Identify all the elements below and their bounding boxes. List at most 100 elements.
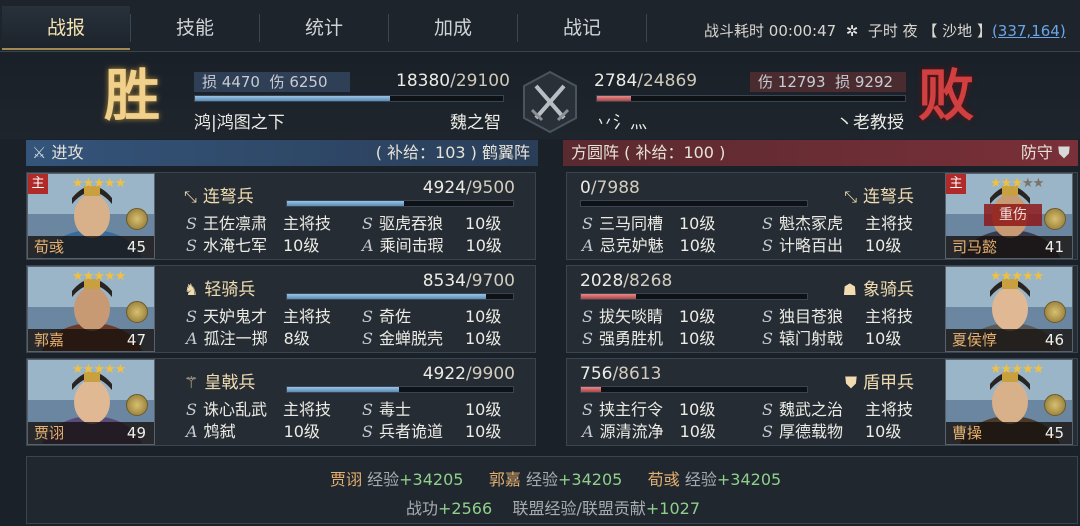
star-icon: ★ (1032, 176, 1045, 191)
tab-battle-report[interactable]: 战报 (2, 6, 130, 50)
skill-entry[interactable]: S 水淹七军 10级 (186, 232, 319, 256)
general-level: 45 (126, 238, 146, 256)
troop-current: 4922 (422, 364, 466, 384)
general-level: 46 (1044, 331, 1064, 349)
troop-type-label: 连弩兵 (863, 187, 914, 207)
defender-formation-header: 方圆阵 ( 补给：100 ) 防守 ⛊ (563, 140, 1078, 166)
general-portrait[interactable]: ★★★★★ 夏侯惇 46 (945, 266, 1073, 352)
portrait-label: 贾诩 49 (28, 422, 154, 444)
skill-entry[interactable]: S 奇佐 10级 (362, 303, 501, 327)
defender-troop-bar-fill (597, 96, 632, 101)
skill-name: 三马同槽 (598, 214, 663, 233)
star-icon: ★ (93, 269, 105, 284)
skill-level: 主将技 (864, 400, 913, 419)
troop-current: 0 (580, 178, 591, 198)
skill-entry[interactable]: A 源清流净 10级 (582, 418, 716, 442)
troop-max: /7988 (590, 178, 640, 198)
tab-battle-log[interactable]: 战记 (518, 6, 646, 50)
skill-level: 10级 (464, 214, 502, 233)
skill-entry[interactable]: A 鸩弑 10级 (186, 418, 320, 442)
skill-level: 10级 (465, 236, 502, 255)
coordinates-link[interactable]: (337,164) (992, 22, 1066, 40)
star-rating: ★★★★★ (990, 362, 1044, 377)
skill-name: 奇佐 (378, 307, 411, 326)
troop-bar-fill (287, 294, 486, 299)
star-icon: ★ (1032, 269, 1045, 284)
general-portrait[interactable]: ★★★★★ 曹操 45 (945, 359, 1073, 445)
defender-player[interactable]: 丶老教授 (836, 108, 904, 133)
battle-status: 战斗耗时 00:00:47 ✲ 子时 夜 【 沙地 】(337,164) (704, 20, 1066, 41)
skill-entry[interactable]: S 金蝉脱壳 10级 (362, 325, 501, 349)
skill-name: 兵者诡道 (378, 422, 443, 441)
attacker-player[interactable]: 魏之智 (450, 108, 501, 133)
tab-bonus[interactable]: 加成 (389, 6, 517, 50)
general-level: 45 (1044, 424, 1064, 442)
tab-divider (646, 14, 647, 42)
skill-entry[interactable]: S 诛心乱武 主将技 (186, 396, 331, 420)
tab-skills[interactable]: 技能 (131, 6, 259, 50)
portrait-label: 夏侯惇 46 (946, 329, 1072, 351)
skill-entry[interactable]: S 驱虎吞狼 10级 (362, 210, 501, 234)
star-icon: ★ (72, 176, 84, 191)
general-portrait[interactable]: ★★★★★ 郭嘉 47 (27, 266, 155, 352)
star-icon: ★ (82, 362, 95, 377)
skill-entry[interactable]: S 王佐凛肃 主将技 (186, 210, 331, 234)
skill-name: 魁杰冢虎 (778, 214, 843, 233)
star-rating: ★★★★★ (72, 362, 126, 377)
skill-entry[interactable]: S 三马同槽 10级 (582, 210, 715, 234)
troop-type: ⛊ 盾甲兵 (845, 368, 914, 393)
star-icon: ★ (1021, 176, 1034, 191)
skill-type: S (362, 329, 373, 348)
duration-value: 00:00:47 (768, 22, 837, 40)
skill-entry[interactable]: S 魏武之治 主将技 (762, 396, 913, 420)
skill-entry[interactable]: S 计略百出 10级 (762, 232, 901, 256)
skill-entry[interactable]: A 忌克妒魅 10级 (582, 232, 716, 256)
skill-name: 驱虎吞狼 (378, 214, 443, 233)
skill-entry[interactable]: S 厚德载物 10级 (762, 418, 901, 442)
general-portrait[interactable]: ★★★★★ 主荀彧 45 (27, 173, 155, 259)
seal-icon (1044, 208, 1066, 230)
skill-level: 10级 (464, 307, 502, 326)
general-portrait[interactable]: ★★★★★ 贾诩 49 (27, 359, 155, 445)
skill-type: A (362, 236, 374, 255)
troop-bar (286, 293, 514, 300)
general-name: 曹操 (952, 424, 983, 442)
troop-max: /9500 (466, 178, 515, 198)
skill-entry[interactable]: S 毒士 10级 (362, 396, 501, 420)
injured-status: 重伤 (984, 204, 1042, 226)
skill-type: S (362, 400, 373, 419)
star-icon: ★ (114, 269, 127, 284)
skill-entry[interactable]: S 魁杰冢虎 主将技 (762, 210, 913, 234)
skill-type: S (762, 329, 773, 348)
attacker-alliance: 鸿|鸿图之下 (194, 113, 285, 133)
star-rating: ★★★★★ (72, 176, 126, 191)
skill-type: S (762, 214, 773, 233)
skill-entry[interactable]: S 辕门射戟 10级 (762, 325, 901, 349)
skill-name: 毒士 (378, 400, 411, 419)
skill-type: A (186, 422, 198, 441)
skill-name: 独目苍狼 (778, 307, 843, 326)
troop-current: 756 (580, 364, 613, 384)
skill-entry[interactable]: S 兵者诡道 10级 (362, 418, 501, 442)
troop-max: /9700 (466, 271, 515, 291)
portrait-label: 曹操 45 (946, 422, 1072, 444)
skill-entry[interactable]: S 天妒鬼才 主将技 (186, 303, 331, 327)
troop-type-label: 轻骑兵 (204, 280, 256, 300)
skill-entry[interactable]: A 孤注一掷 8级 (186, 325, 310, 349)
skill-entry[interactable]: S 挟主行令 10级 (582, 396, 715, 420)
skill-type: S (762, 400, 773, 419)
sword-icon: ⚔ (32, 143, 47, 162)
skill-entry[interactable]: A 乘间击瑕 10级 (362, 232, 502, 256)
skill-level: 主将技 (864, 307, 913, 326)
skill-entry[interactable]: S 独目苍狼 主将技 (762, 303, 913, 327)
seal-icon (126, 208, 148, 230)
general-portrait[interactable]: ★★★★★ 主重伤 司马懿 41 (945, 173, 1073, 259)
troop-max: /8613 (612, 364, 662, 384)
skill-entry[interactable]: S 强勇胜机 10级 (582, 325, 715, 349)
crossbow-icon: ⤡ (184, 187, 197, 206)
general-name: 荀彧 (34, 238, 65, 256)
skill-name: 计略百出 (778, 236, 843, 255)
tab-statistics[interactable]: 统计 (260, 6, 388, 50)
skill-entry[interactable]: S 拔矢啖睛 10级 (582, 303, 715, 327)
defender-troop-bar (596, 95, 906, 102)
